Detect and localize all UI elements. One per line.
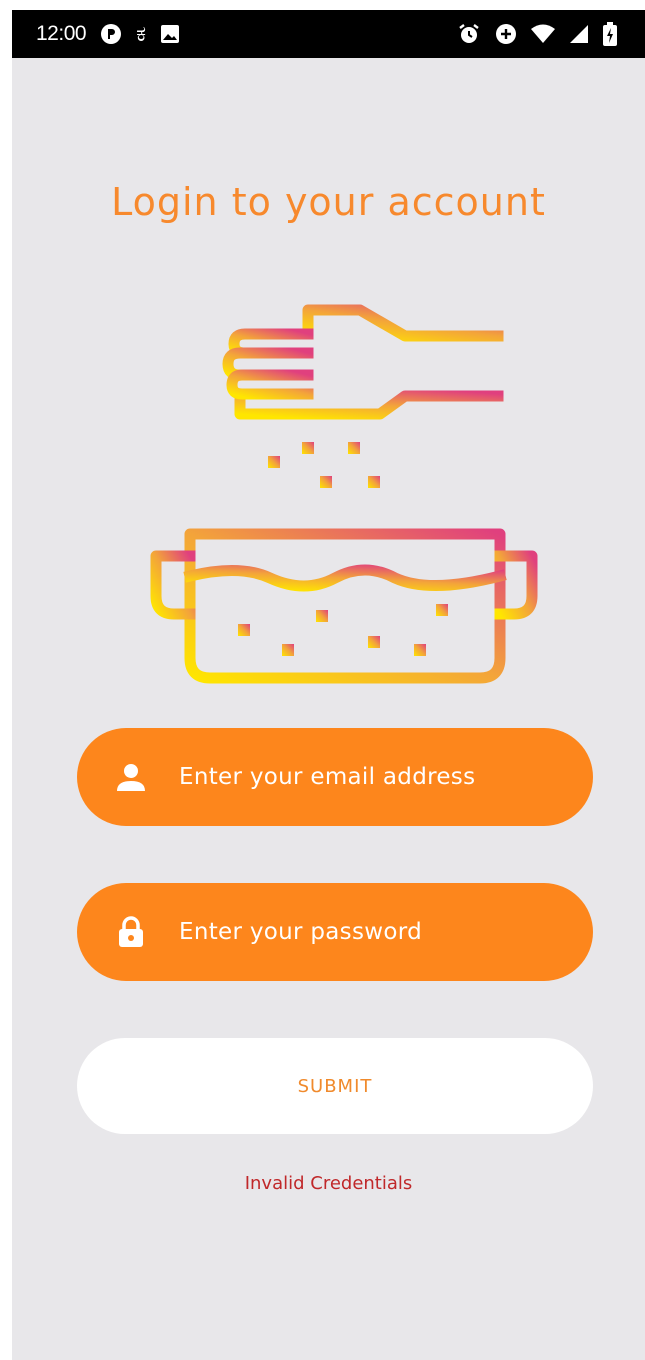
- error-message: Invalid Credentials: [244, 1173, 413, 1194]
- app-p-icon: [100, 23, 122, 45]
- login-screen: 12:00 ಕ Login to your account Enter your…: [12, 10, 645, 1360]
- lock-icon: [115, 916, 147, 948]
- email-input[interactable]: [177, 763, 561, 791]
- status-time: 12:00: [36, 22, 87, 45]
- person-icon: [115, 761, 147, 793]
- email-field[interactable]: [77, 728, 593, 826]
- status-bar: 12:00 ಕ: [12, 10, 645, 58]
- signal-icon: [569, 24, 589, 44]
- data-saver-icon: [495, 23, 517, 45]
- page-title: Login to your account: [111, 180, 546, 224]
- alarm-icon: [457, 22, 481, 46]
- submit-button[interactable]: SUBMIT: [77, 1038, 593, 1134]
- battery-charging-icon: [603, 22, 617, 46]
- password-input[interactable]: [177, 918, 561, 946]
- wifi-icon: [531, 24, 555, 44]
- kannada-glyph-icon: ಕ: [136, 21, 146, 47]
- password-field[interactable]: [77, 883, 593, 981]
- cooking-illustration: [130, 296, 550, 686]
- image-icon: [160, 24, 180, 44]
